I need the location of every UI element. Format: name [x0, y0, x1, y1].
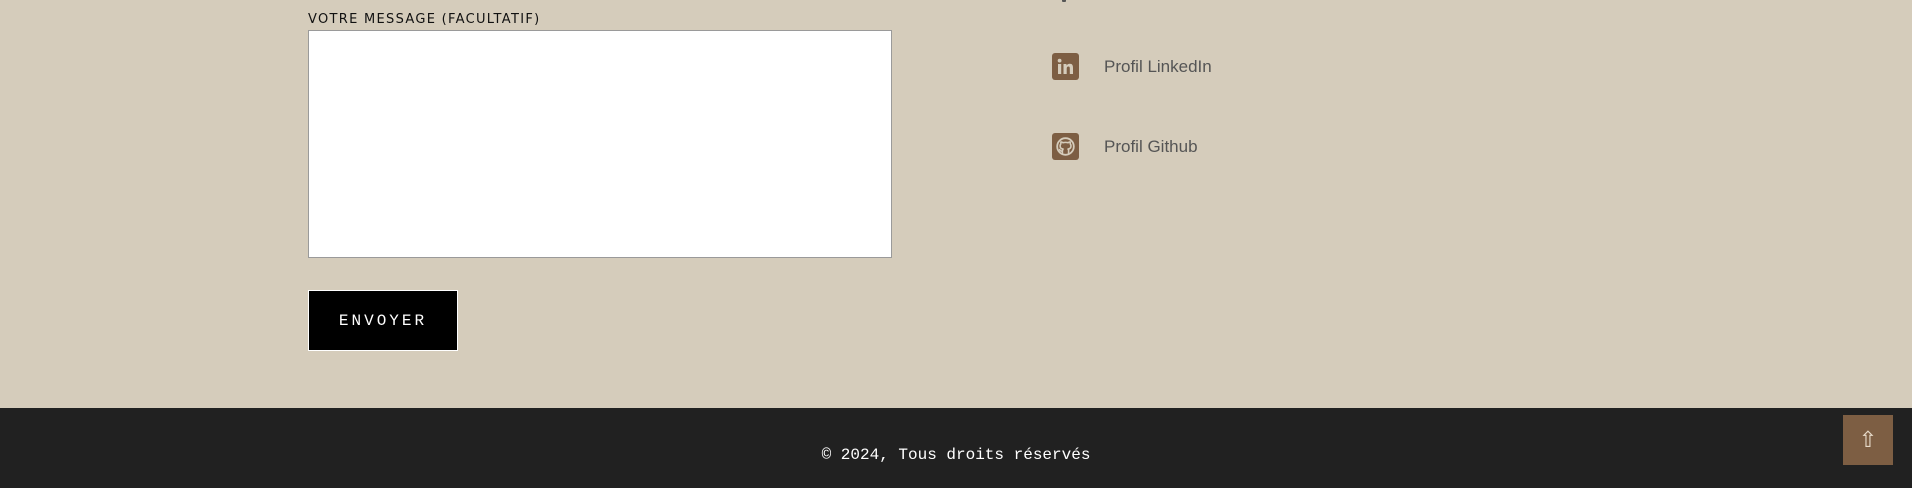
github-profile-label: Profil Github: [1104, 136, 1198, 156]
github-profile-link[interactable]: Profil Github: [1052, 133, 1198, 160]
message-label: Votre message (facultatif): [308, 12, 541, 27]
linkedin-profile-link[interactable]: Profil LinkedIn: [1052, 53, 1212, 80]
send-button[interactable]: ENVOYER: [308, 290, 458, 351]
arrow-up-icon: ⇧: [1858, 427, 1878, 452]
back-to-top-button[interactable]: ⇧: [1843, 415, 1893, 465]
copyright-text: © 2024, Tous droits réservés: [821, 446, 1091, 464]
github-icon: [1052, 133, 1079, 160]
site-footer: © 2024, Tous droits réservés: [0, 408, 1912, 488]
contact-section: Votre message (facultatif) ENVOYER Profi…: [0, 0, 1912, 408]
linkedin-profile-label: Profil LinkedIn: [1104, 56, 1212, 76]
partial-heading-glyph: [1062, 0, 1066, 2]
linkedin-icon: [1052, 53, 1079, 80]
message-textarea[interactable]: [308, 30, 892, 258]
